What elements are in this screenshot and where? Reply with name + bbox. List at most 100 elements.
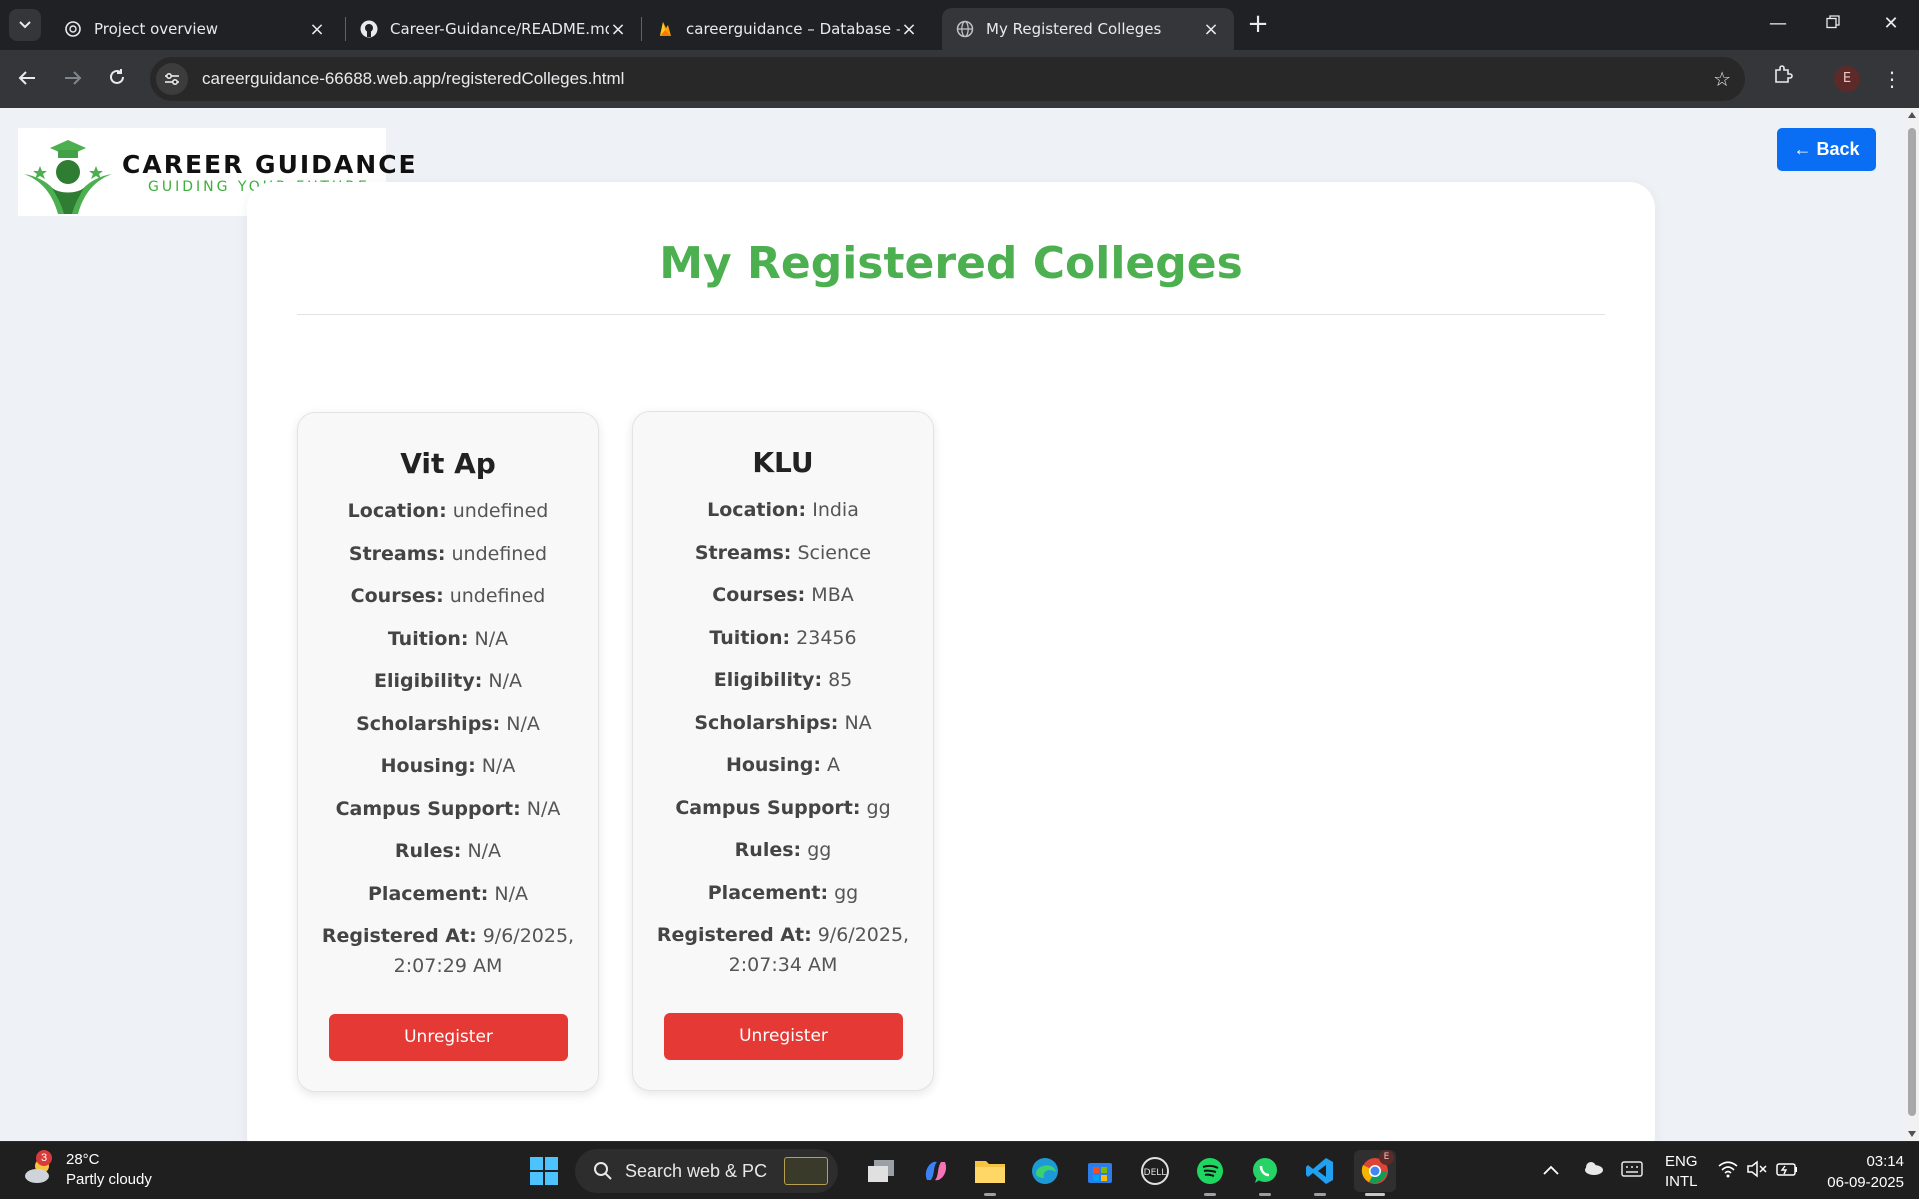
folder-icon	[975, 1161, 1005, 1183]
reload-button[interactable]	[100, 62, 134, 96]
tab-title: My Registered Colleges	[986, 20, 1162, 38]
dell-icon: DELL	[1141, 1157, 1169, 1185]
new-tab-button[interactable]: +	[1244, 10, 1272, 38]
dell-button[interactable]: DELL	[1134, 1150, 1176, 1192]
edge-icon	[1032, 1158, 1058, 1184]
college-tuition: Tuition: N/A	[387, 627, 509, 650]
search-icon	[594, 1162, 612, 1180]
show-hidden-icons[interactable]	[1543, 1159, 1559, 1199]
weather-widget[interactable]: 3 28°C Partly cloudy	[22, 1150, 152, 1190]
college-streams: Streams: undefined	[348, 542, 548, 565]
college-location: Location: undefined	[347, 500, 549, 522]
back-button[interactable]: ← Back	[1777, 128, 1876, 171]
logo-title: CAREER GUIDANCE	[122, 149, 418, 179]
search-placeholder: Search web & PC	[625, 1160, 768, 1181]
firebase-icon	[656, 20, 674, 38]
college-scholarships: Scholarships: NA	[694, 711, 872, 734]
college-placement: Placement: N/A	[368, 882, 528, 905]
page-scrollbar[interactable]	[1905, 108, 1919, 1141]
chevron-down-icon	[19, 21, 31, 29]
taskbar-search[interactable]: Search web & PC	[575, 1149, 838, 1193]
profile-avatar[interactable]: E	[1834, 66, 1860, 92]
keyboard-icon[interactable]	[1621, 1161, 1643, 1199]
volume-muted-icon[interactable]	[1746, 1160, 1768, 1199]
running-indicator	[1259, 1193, 1271, 1196]
extensions-button[interactable]	[1766, 62, 1800, 96]
unregister-button[interactable]: Unregister	[664, 1013, 903, 1060]
restore-button[interactable]	[1808, 6, 1858, 42]
running-indicator	[1204, 1193, 1216, 1196]
reload-icon	[110, 69, 124, 84]
store-button[interactable]	[1079, 1150, 1121, 1192]
browser-toolbar: careerguidance-66688.web.app/registeredC…	[0, 50, 1919, 108]
close-window-button[interactable]: ✕	[1866, 6, 1916, 42]
tab-title: careerguidance – Database – Da	[686, 20, 900, 38]
arrow-left-icon	[18, 71, 35, 85]
whatsapp-icon	[1253, 1158, 1277, 1183]
college-location: Location: India	[707, 499, 859, 521]
browser-menu-button[interactable]: ⋮	[1880, 62, 1904, 96]
unregister-button[interactable]: Unregister	[329, 1014, 568, 1061]
close-icon[interactable]: ×	[308, 19, 326, 40]
tab-project-overview[interactable]: Project overview ×	[50, 8, 340, 50]
tab-github-readme[interactable]: Career-Guidance/README.md a ×	[346, 8, 641, 50]
site-info-icon[interactable]	[156, 63, 188, 95]
chrome-profile-badge: E	[1379, 1150, 1394, 1165]
windows-taskbar: 3 28°C Partly cloudy Search web & PC DEL…	[0, 1141, 1919, 1199]
tab-my-registered-colleges[interactable]: My Registered Colleges ×	[942, 8, 1234, 50]
address-bar[interactable]: careerguidance-66688.web.app/registeredC…	[150, 57, 1745, 101]
weather-temp: 28°C	[66, 1151, 100, 1168]
clock-date: 06-09-2025	[1827, 1174, 1904, 1191]
scroll-up-icon[interactable]	[1908, 112, 1916, 118]
minimize-button[interactable]: —	[1753, 6, 1803, 42]
spotify-icon	[1197, 1158, 1223, 1184]
chrome-button[interactable]: E	[1354, 1150, 1396, 1196]
battery-icon[interactable]	[1776, 1160, 1798, 1199]
college-rules: Rules: gg	[734, 839, 832, 861]
chevron-up-icon	[1543, 1165, 1559, 1175]
clock[interactable]: 03:14 06-09-2025	[1818, 1151, 1904, 1199]
college-streams: Streams: Science	[694, 541, 872, 564]
partly-cloudy-icon: 3	[22, 1150, 58, 1188]
college-eligibility: Eligibility: N/A	[374, 670, 522, 692]
restore-icon	[1826, 15, 1840, 29]
back-nav-button[interactable]	[10, 62, 44, 96]
vscode-icon	[1306, 1158, 1333, 1184]
copilot-button[interactable]	[915, 1150, 957, 1192]
college-rules: Rules: N/A	[394, 840, 502, 862]
arrow-right-icon	[65, 71, 82, 85]
clock-time: 03:14	[1866, 1153, 1904, 1170]
scrollbar-thumb[interactable]	[1908, 128, 1916, 1116]
spotify-button[interactable]	[1189, 1150, 1231, 1196]
openai-icon	[64, 20, 82, 38]
forward-nav-button[interactable]	[56, 62, 90, 96]
tab-title: Project overview	[94, 20, 219, 38]
file-explorer-button[interactable]	[969, 1150, 1011, 1196]
wifi-icon[interactable]	[1717, 1160, 1739, 1199]
url-path: /registeredColleges.html	[441, 69, 625, 88]
college-campus-support: Campus Support: N/A	[335, 797, 561, 820]
scroll-down-icon[interactable]	[1908, 1131, 1916, 1137]
task-view-button[interactable]	[860, 1150, 902, 1192]
college-campus-support: Campus Support: gg	[675, 796, 891, 819]
college-card: KLU Location: India Streams: Science Cou…	[632, 411, 934, 1091]
tab-firebase-database[interactable]: careerguidance – Database – Da ×	[642, 8, 932, 50]
close-icon[interactable]: ×	[609, 19, 627, 40]
running-indicator	[984, 1193, 996, 1196]
lang-bottom: INTL	[1665, 1173, 1698, 1190]
bookmark-star-icon[interactable]: ☆	[1713, 67, 1731, 91]
whatsapp-button[interactable]	[1244, 1150, 1286, 1196]
start-button[interactable]	[523, 1150, 565, 1192]
close-icon[interactable]: ×	[900, 19, 918, 40]
search-highlight-icon	[784, 1157, 828, 1185]
tab-search-button[interactable]	[9, 9, 41, 41]
onedrive-icon[interactable]	[1582, 1161, 1604, 1199]
edge-button[interactable]	[1024, 1150, 1066, 1192]
close-icon[interactable]: ×	[1202, 19, 1220, 40]
language-indicator[interactable]: ENG INTL	[1665, 1152, 1698, 1199]
college-courses: Courses: undefined	[350, 585, 546, 607]
store-icon	[1088, 1163, 1112, 1183]
vscode-button[interactable]	[1299, 1150, 1341, 1196]
college-registered-at: Registered At: 9/6/2025, 2:07:34 AM	[656, 924, 910, 976]
globe-icon	[956, 20, 974, 38]
